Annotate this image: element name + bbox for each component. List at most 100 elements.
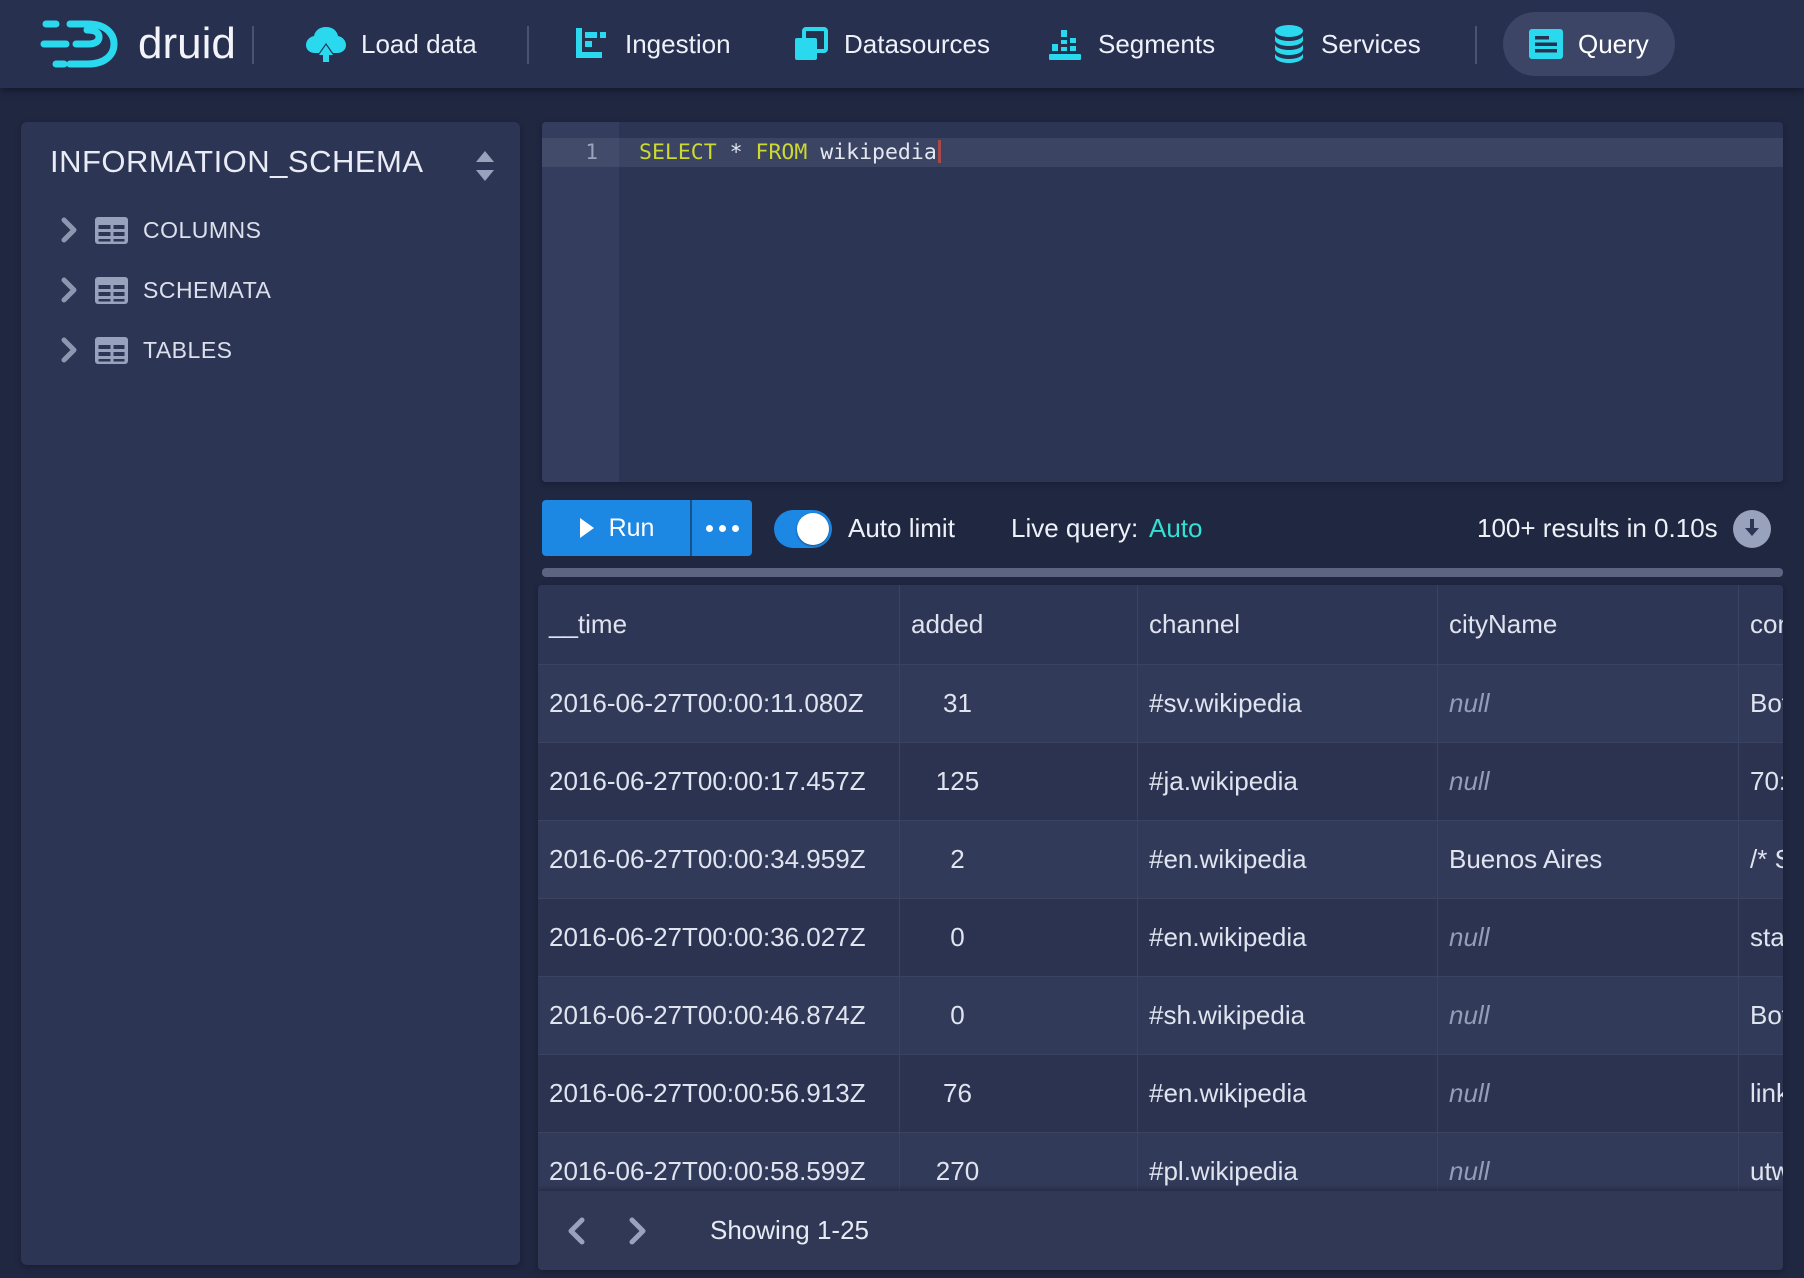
results-info-text: 100+ results in 0.10s [1477, 513, 1723, 544]
table-icon [95, 217, 128, 244]
nav-item-load-data[interactable]: Load data [306, 0, 477, 88]
cell-cityname: null [1438, 743, 1739, 821]
table-row[interactable]: 2016-06-27T00:00:56.913Z 76 #en.wikipedi… [538, 1055, 1783, 1133]
druid-logo[interactable]: druid [40, 0, 236, 88]
cell-added: 0 [900, 977, 1138, 1055]
sidebar-item-tables[interactable]: TABLES [21, 324, 520, 376]
nav-item-query-active[interactable]: Query [1503, 12, 1675, 76]
table-icon [95, 277, 128, 304]
column-header-channel[interactable]: channel [1138, 585, 1438, 665]
query-console-icon [1529, 29, 1563, 59]
auto-limit-label: Auto limit [848, 513, 955, 544]
table-header-row: __time added channel cityName comment [538, 585, 1783, 665]
cell-cityname: Buenos Aires [1438, 821, 1739, 899]
live-query-value[interactable]: Auto [1149, 513, 1203, 544]
table-icon [95, 337, 128, 364]
cell-channel: #en.wikipedia [1138, 821, 1438, 899]
sidebar-item-label: TABLES [143, 337, 233, 364]
nav-item-segments[interactable]: Segments [1047, 0, 1215, 88]
segments-icon [1047, 26, 1083, 62]
play-icon [578, 517, 595, 539]
nav-item-label: Datasources [844, 29, 990, 60]
sql-editor[interactable]: 1 SELECT * FROM wikipedia [542, 122, 1783, 482]
more-icon [732, 525, 739, 532]
run-button-label: Run [609, 514, 655, 543]
cell-cityname: null [1438, 665, 1739, 743]
services-icon [1272, 24, 1306, 64]
schema-sidebar: INFORMATION_SCHEMA COLUMNS [21, 122, 520, 1265]
table-row[interactable]: 2016-06-27T00:00:17.457Z 125 #ja.wikiped… [538, 743, 1783, 821]
cell-comment: stat [1739, 899, 1783, 977]
nav-item-label: Segments [1098, 29, 1215, 60]
showing-range-label: Showing 1-25 [710, 1215, 869, 1246]
top-nav-bar: druid Load data Ingestion [0, 0, 1804, 88]
cell-added: 0 [900, 899, 1138, 977]
sql-table-name: wikipedia [820, 140, 937, 165]
cell-time: 2016-06-27T00:00:46.874Z [538, 977, 900, 1055]
cell-cityname: null [1438, 899, 1739, 977]
cell-time: 2016-06-27T00:00:34.959Z [538, 821, 900, 899]
cell-channel: #en.wikipedia [1138, 899, 1438, 977]
table-row[interactable]: 2016-06-27T00:00:34.959Z 2 #en.wikipedia… [538, 821, 1783, 899]
toggle-knob [797, 513, 829, 545]
cell-time: 2016-06-27T00:00:36.027Z [538, 899, 900, 977]
column-header-comment[interactable]: comment [1739, 585, 1783, 665]
sidebar-item-schemata[interactable]: SCHEMATA [21, 264, 520, 316]
cell-cityname: null [1438, 1055, 1739, 1133]
horizontal-scrollbar[interactable] [542, 568, 1783, 577]
cell-channel: #ja.wikipedia [1138, 743, 1438, 821]
chevron-left-icon [566, 1216, 586, 1246]
druid-logo-text: druid [138, 19, 236, 69]
datasources-icon [793, 26, 829, 62]
nav-item-label: Services [1321, 29, 1421, 60]
sql-keyword: FROM [756, 140, 808, 165]
column-header-cityname[interactable]: cityName [1438, 585, 1739, 665]
sidebar-item-label: SCHEMATA [143, 277, 271, 304]
sql-star: * [730, 140, 743, 165]
sidebar-item-columns[interactable]: COLUMNS [21, 204, 520, 256]
sql-query-text[interactable]: SELECT * FROM wikipedia [639, 138, 941, 167]
table-row[interactable]: 2016-06-27T00:00:36.027Z 0 #en.wikipedia… [538, 899, 1783, 977]
schema-selector[interactable]: INFORMATION_SCHEMA [50, 144, 424, 180]
run-button[interactable]: Run [542, 500, 690, 556]
run-more-button[interactable] [692, 500, 752, 556]
chevron-right-icon [60, 337, 78, 363]
next-page-button[interactable] [618, 1207, 658, 1255]
nav-divider [527, 26, 529, 64]
pagination-footer: Showing 1-25 [538, 1191, 1783, 1270]
cell-comment: 70:5 [1739, 743, 1783, 821]
auto-limit-toggle[interactable] [774, 510, 832, 548]
cell-cityname: null [1438, 977, 1739, 1055]
cell-time: 2016-06-27T00:00:17.457Z [538, 743, 900, 821]
cell-channel: #sh.wikipedia [1138, 977, 1438, 1055]
chevron-right-icon [60, 217, 78, 243]
download-icon[interactable] [1733, 510, 1771, 548]
more-icon [719, 525, 726, 532]
column-header-time[interactable]: __time [538, 585, 900, 665]
table-row[interactable]: 2016-06-27T00:00:11.080Z 31 #sv.wikipedi… [538, 665, 1783, 743]
text-cursor [938, 140, 941, 163]
nav-item-label: Load data [361, 29, 477, 60]
nav-item-datasources[interactable]: Datasources [793, 0, 990, 88]
cloud-upload-icon [306, 25, 346, 63]
results-table: __time added channel cityName comment 20… [538, 585, 1783, 1211]
live-query-label: Live query: [1011, 513, 1138, 544]
cell-comment: link [1739, 1055, 1783, 1133]
nav-item-services[interactable]: Services [1272, 0, 1421, 88]
chevron-right-icon [628, 1216, 648, 1246]
double-caret-vertical-icon[interactable] [472, 148, 498, 184]
column-header-added[interactable]: added [900, 585, 1138, 665]
cell-added: 2 [900, 821, 1138, 899]
prev-page-button[interactable] [556, 1207, 596, 1255]
nav-divider [252, 26, 254, 64]
query-results-panel: __time added channel cityName comment 20… [538, 585, 1783, 1270]
cell-comment: Bot [1739, 665, 1783, 743]
cell-added: 76 [900, 1055, 1138, 1133]
nav-item-ingestion[interactable]: Ingestion [574, 0, 731, 88]
cell-time: 2016-06-27T00:00:56.913Z [538, 1055, 900, 1133]
run-split-button: Run [542, 500, 752, 556]
sidebar-item-label: COLUMNS [143, 217, 262, 244]
chevron-right-icon [60, 277, 78, 303]
cell-channel: #sv.wikipedia [1138, 665, 1438, 743]
table-row[interactable]: 2016-06-27T00:00:46.874Z 0 #sh.wikipedia… [538, 977, 1783, 1055]
